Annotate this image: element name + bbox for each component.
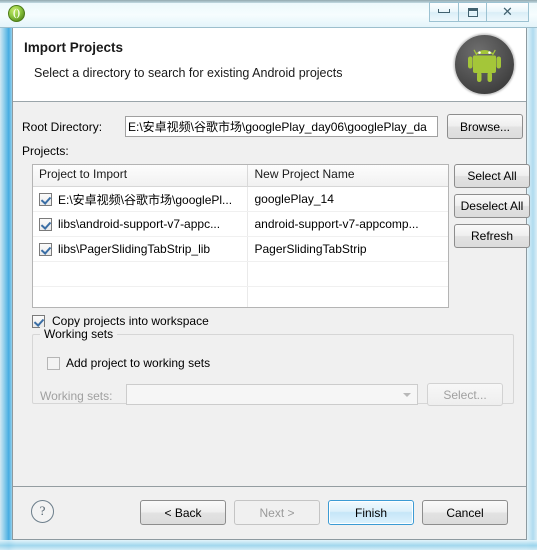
projects-table[interactable]: Project to Import New Project Name E:\安卓… [32, 164, 449, 308]
working-sets-select-button[interactable]: Select... [427, 383, 503, 406]
table-cell-name [248, 262, 448, 286]
copy-projects-row[interactable]: Copy projects into workspace [32, 314, 209, 328]
project-name-text: PagerSlidingTabStrip [254, 242, 367, 256]
select-all-button[interactable]: Select All [454, 164, 530, 188]
project-path-text: libs\PagerSlidingTabStrip_lib [58, 242, 211, 256]
project-name-text: android-support-v7-appcomp... [254, 217, 419, 231]
finish-button[interactable]: Finish [328, 500, 414, 525]
working-sets-combobox[interactable] [126, 384, 418, 405]
refresh-button[interactable]: Refresh [454, 224, 530, 248]
working-sets-select-label: Working sets: [40, 389, 113, 403]
deselect-all-button[interactable]: Deselect All [454, 194, 530, 218]
working-sets-legend: Working sets [40, 327, 118, 341]
table-cell-project[interactable]: E:\安卓视频\谷歌市场\googlePl... [33, 187, 249, 211]
table-row[interactable]: libs\android-support-v7-appc... android-… [33, 212, 448, 237]
project-path-text: libs\android-support-v7-appc... [58, 217, 221, 231]
android-robot-icon [454, 34, 515, 95]
minimize-button[interactable] [429, 2, 458, 22]
add-to-working-sets-checkbox[interactable] [47, 356, 60, 370]
maximize-button[interactable] [458, 2, 487, 22]
column-header-project-to-import[interactable]: Project to Import [33, 165, 249, 186]
copy-projects-label: Copy projects into workspace [52, 314, 209, 328]
chevron-down-icon [403, 393, 411, 397]
add-to-working-sets-label: Add project to working sets [66, 356, 211, 370]
browse-button[interactable]: Browse... [447, 114, 523, 139]
project-path-text: E:\安卓视频\谷歌市场\googlePl... [58, 192, 233, 207]
close-icon: ✕ [502, 4, 513, 19]
close-button[interactable]: ✕ [487, 2, 529, 22]
table-row-empty[interactable] [33, 287, 448, 307]
maximize-icon [467, 7, 478, 17]
table-cell-project[interactable]: libs\PagerSlidingTabStrip_lib [33, 237, 249, 261]
table-header-row: Project to Import New Project Name [33, 165, 448, 187]
next-button: Next > [234, 500, 320, 525]
root-directory-input[interactable] [125, 116, 438, 137]
page-subtitle: Select a directory to search for existin… [34, 66, 343, 80]
table-cell-name [248, 287, 448, 307]
import-projects-window: () ✕ Import Projects Select a directory … [0, 0, 537, 550]
table-cell-name[interactable]: googlePlay_14 [248, 187, 448, 211]
wizard-header: Import Projects Select a directory to se… [13, 28, 526, 102]
projects-side-buttons: Select All Deselect All Refresh [454, 164, 530, 254]
project-name-text: googlePlay_14 [254, 192, 334, 206]
table-cell-name[interactable]: PagerSlidingTabStrip [248, 237, 448, 261]
table-cell-project [33, 287, 249, 307]
dialog-footer: ? < Back Next > Finish Cancel [13, 487, 526, 539]
row-checkbox[interactable] [39, 217, 52, 231]
dialog-body: Import Projects Select a directory to se… [12, 28, 530, 540]
back-button[interactable]: < Back [140, 500, 226, 525]
table-cell-project[interactable]: libs\android-support-v7-appc... [33, 212, 249, 236]
minimize-icon [438, 9, 450, 14]
window-frame-right [527, 0, 537, 550]
copy-projects-checkbox[interactable] [32, 314, 45, 328]
column-header-new-project-name[interactable]: New Project Name [248, 165, 448, 186]
projects-label: Projects: [22, 144, 69, 158]
table-row[interactable]: E:\安卓视频\谷歌市场\googlePl... googlePlay_14 [33, 187, 448, 212]
table-row-empty[interactable] [33, 262, 448, 287]
root-directory-row: Root Directory: Browse... [22, 114, 523, 139]
eclipse-orb-icon: () [8, 5, 25, 22]
help-icon[interactable]: ? [31, 500, 54, 523]
cancel-button[interactable]: Cancel [422, 500, 508, 525]
table-row[interactable]: libs\PagerSlidingTabStrip_lib PagerSlidi… [33, 237, 448, 262]
page-title: Import Projects [24, 40, 124, 55]
title-bar: () ✕ [0, 0, 537, 28]
row-checkbox[interactable] [39, 192, 52, 206]
row-checkbox[interactable] [39, 242, 52, 256]
table-cell-name[interactable]: android-support-v7-appcomp... [248, 212, 448, 236]
table-cell-project [33, 262, 249, 286]
window-frame-bottom [0, 540, 537, 550]
root-directory-label: Root Directory: [22, 120, 103, 134]
add-to-working-sets-row[interactable]: Add project to working sets [47, 356, 210, 370]
